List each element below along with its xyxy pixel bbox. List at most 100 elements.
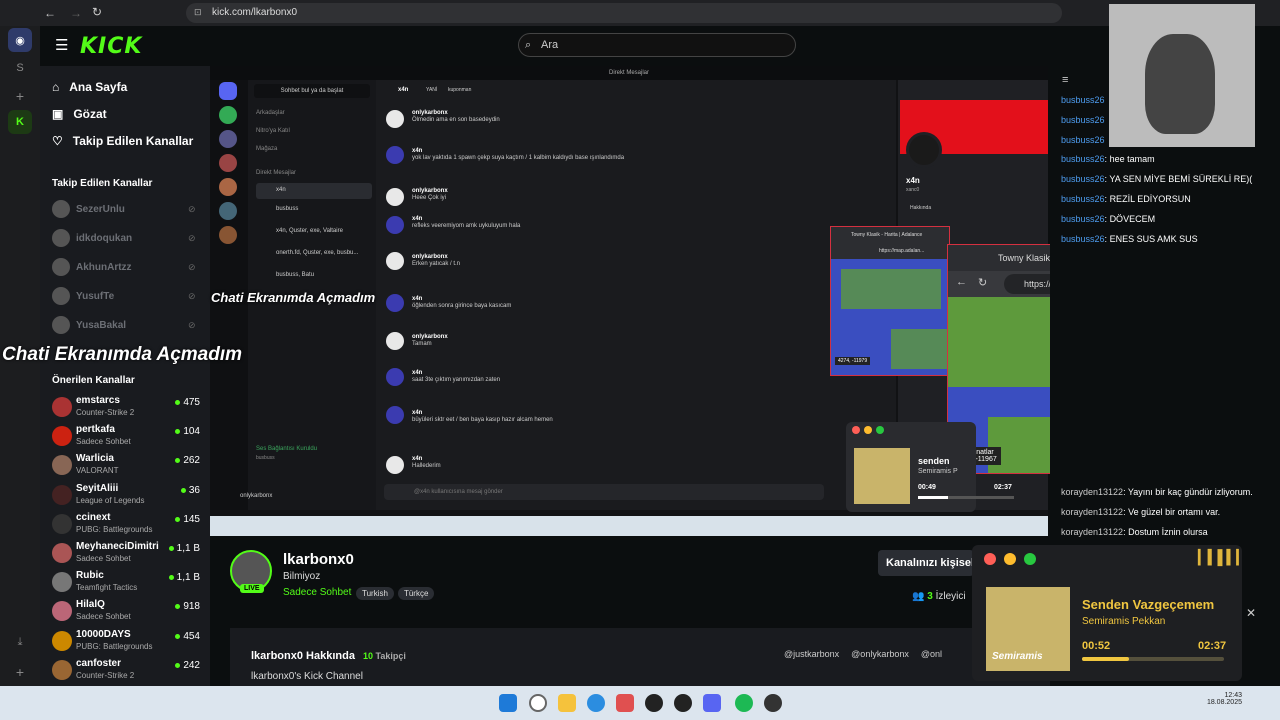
obs-icon[interactable] [645, 694, 663, 712]
start-icon[interactable] [499, 694, 517, 712]
recommended-channel[interactable]: HilalQ Sadece Sohbet 918 [52, 597, 208, 625]
chat-username[interactable]: busbuss26 [1061, 234, 1105, 244]
kick-logo[interactable]: KICK [80, 34, 142, 59]
progress-track[interactable] [918, 496, 1014, 499]
dm-item[interactable]: x4n, Quster, exe, Valtaire [256, 228, 372, 244]
followed-channel[interactable]: YusufTe [52, 287, 114, 305]
recommended-channel[interactable]: Warlicia VALORANT 262 [52, 451, 208, 479]
followed-channel[interactable]: idkdoqukan [52, 229, 132, 247]
discord-tab-icon[interactable]: ◉ [8, 28, 32, 52]
edge-icon[interactable] [587, 694, 605, 712]
chat-username[interactable]: busbuss26 [1061, 115, 1105, 125]
search-input[interactable]: ⌕ Ara [518, 33, 796, 57]
app-icon[interactable] [764, 694, 782, 712]
chat-username[interactable]: busbuss26 [1061, 154, 1105, 164]
maximize-dot[interactable] [876, 426, 884, 434]
minimize-dot[interactable] [1004, 553, 1016, 565]
discord-shop[interactable]: Mağaza [256, 146, 277, 152]
chat-username[interactable]: korayden13122 [1061, 507, 1123, 517]
recommended-channel[interactable]: 10000DAYS PUBG: Battlegrounds 454 [52, 627, 208, 655]
server-icon[interactable] [219, 106, 237, 124]
nav-home[interactable]: ⌂ Ana Sayfa [52, 80, 127, 94]
close-dot[interactable] [852, 426, 860, 434]
chat-username[interactable]: korayden13122 [1061, 487, 1123, 497]
discord-link[interactable]: @onl [921, 649, 942, 659]
back-icon[interactable]: ← [44, 6, 56, 20]
add-icon[interactable]: + [8, 660, 32, 684]
chat-username[interactable]: busbuss26 [1061, 194, 1105, 204]
server-icon[interactable] [219, 154, 237, 172]
reload-icon[interactable]: ↻ [92, 5, 102, 19]
viewer-count: 104 [175, 426, 200, 437]
music-widget-small[interactable]: senden Semiramis P 00:49 02:37 [846, 422, 1014, 512]
recommended-channel[interactable]: pertkafa Sadece Sohbet 104 [52, 422, 208, 450]
progress-track[interactable] [1082, 657, 1224, 661]
kick-tab-icon[interactable]: K [8, 110, 32, 134]
recommended-channel[interactable]: MeyhaneciDimitri Sadece Sohbet 1,1 B [52, 539, 208, 567]
dm-item[interactable]: busbuss, Batu [256, 272, 372, 288]
tab-s[interactable]: S [8, 56, 32, 80]
chat-username[interactable]: busbuss26 [1061, 174, 1105, 184]
channel-name[interactable]: lkarbonx0 [283, 551, 354, 568]
viewer-count: 1,1 B [169, 543, 200, 554]
recommended-channel[interactable]: canfoster Counter-Strike 2 242 [52, 656, 208, 684]
nav-browse[interactable]: ▣ Gözat [52, 107, 107, 121]
close-icon[interactable]: ✕ [1246, 606, 1256, 620]
server-icon[interactable] [219, 226, 237, 244]
nav-following[interactable]: ♡ Takip Edilen Kanallar [52, 134, 193, 148]
recommended-channel[interactable]: SeyitAliii League of Legends 36 [52, 481, 208, 509]
followed-channel[interactable]: YusaBakal [52, 316, 126, 334]
channel-name: HilalQ [76, 599, 105, 610]
discord-nitro[interactable]: Nitro'ya Katıl [256, 128, 290, 134]
dm-item[interactable]: onerth.fd, Quster, exe, busbu... [256, 250, 372, 266]
chat-username[interactable]: korayden13122 [1061, 527, 1123, 537]
followed-channel[interactable]: AkhunArtzz [52, 258, 132, 276]
server-icon[interactable] [219, 178, 237, 196]
stream-category[interactable]: Sadece Sohbet [283, 587, 351, 598]
customize-channel-button[interactable]: Kanalınızı kişisel [878, 550, 974, 576]
new-tab-icon[interactable]: + [8, 84, 32, 108]
youtube-link[interactable]: @onlykarbonx [851, 649, 909, 659]
minimize-dot[interactable] [864, 426, 872, 434]
recommended-channel[interactable]: emstarcs Counter-Strike 2 475 [52, 393, 208, 421]
total-time: 02:37 [994, 484, 1012, 491]
close-dot[interactable] [984, 553, 996, 565]
discord-search-button[interactable]: Sohbet bul ya da başlat [254, 84, 370, 98]
server-icon[interactable] [219, 130, 237, 148]
forward-icon[interactable]: → [70, 6, 82, 20]
site-info-icon[interactable]: ⊡ [194, 7, 202, 18]
map-window-small[interactable]: Towny Klasik - Harita | Adalance https:/… [830, 226, 951, 376]
reload-icon[interactable]: ↻ [978, 276, 987, 289]
instagram-link[interactable]: @justkarbonx [784, 649, 839, 659]
chat-username[interactable]: busbuss26 [1061, 214, 1105, 224]
dm-item[interactable]: busbuss [256, 206, 372, 222]
tag[interactable]: Turkish [356, 587, 394, 600]
dm-item[interactable]: x4n [256, 183, 372, 199]
back-icon[interactable]: ← [956, 276, 967, 288]
server-icon[interactable] [219, 202, 237, 220]
url-text[interactable]: kick.com/lkarbonx0 [212, 7, 297, 18]
spotify-icon[interactable] [735, 694, 753, 712]
recommended-channel[interactable]: ccinext PUBG: Battlegrounds 145 [52, 510, 208, 538]
hamburger-menu-icon[interactable]: ☰ [55, 36, 68, 54]
followed-channel[interactable]: SezerUnlu [52, 200, 125, 218]
chat-username[interactable]: busbuss26 [1061, 135, 1105, 145]
recommended-channel[interactable]: Rubic Teamfight Tactics 1,1 B [52, 568, 208, 596]
search-taskbar-icon[interactable] [529, 694, 547, 712]
tag[interactable]: Türkçe [397, 587, 435, 600]
app-icon[interactable] [674, 694, 692, 712]
chat-menu-icon[interactable]: ≡ [1062, 74, 1068, 86]
map-view[interactable]: 4274, -11979 [831, 259, 951, 375]
discord-friends[interactable]: Arkadaşlar [256, 110, 285, 116]
file-explorer-icon[interactable] [558, 694, 576, 712]
music-widget[interactable]: ▎▍▌▍▎ Semiramis Senden Vazgeçemem Semira… [972, 545, 1247, 681]
address-bar[interactable]: ⊡ kick.com/lkarbonx0 [186, 3, 1062, 23]
maximize-dot[interactable] [1024, 553, 1036, 565]
discord-message-input[interactable]: @x4n kullanıcısına mesaj gönder [384, 484, 824, 500]
download-icon[interactable]: ⤓ [8, 630, 32, 654]
discord-home-icon[interactable] [219, 82, 237, 100]
discord-taskbar-icon[interactable] [703, 694, 721, 712]
chat-username[interactable]: busbuss26 [1061, 95, 1105, 105]
store-icon[interactable] [616, 694, 634, 712]
map-tab-title: Towny Klasik - Harita | Adalance [831, 227, 949, 243]
